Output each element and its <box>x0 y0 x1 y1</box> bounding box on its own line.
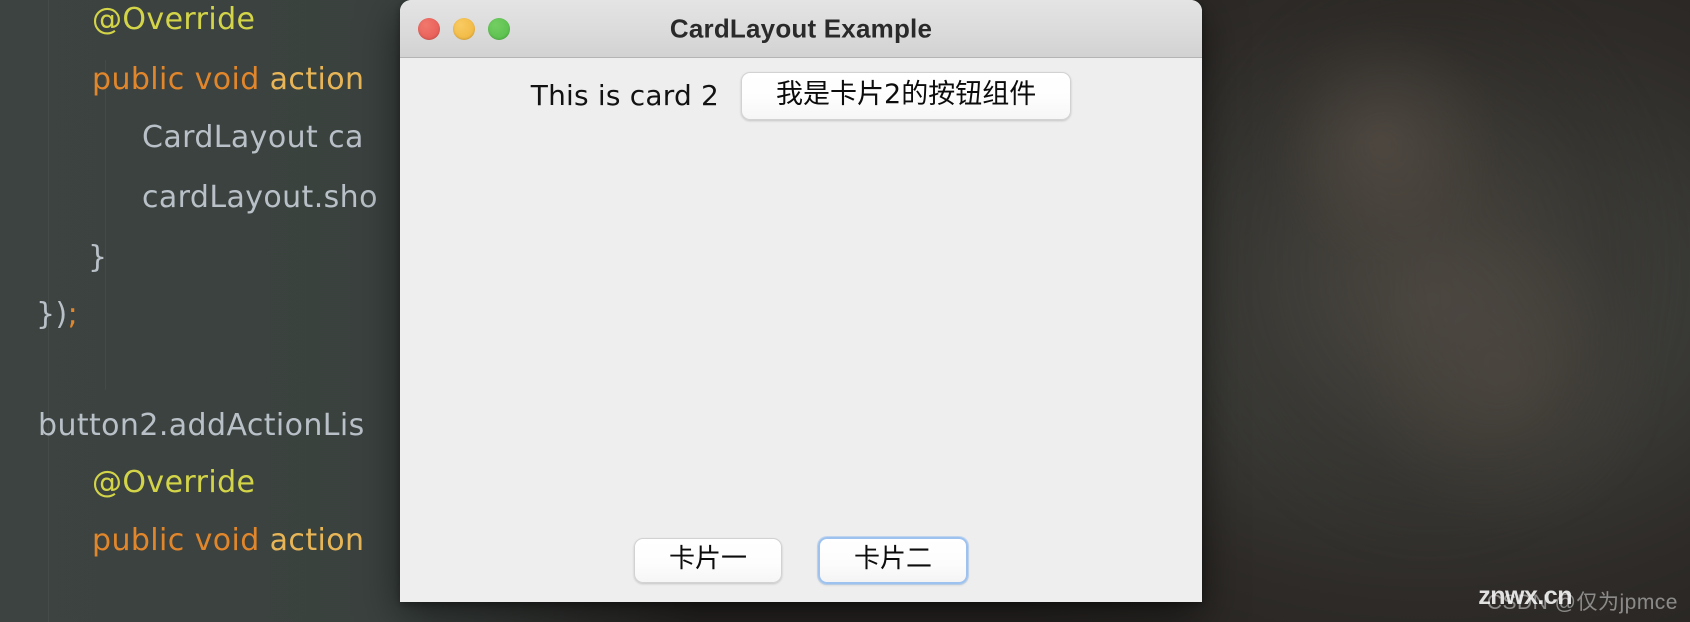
code-token: action <box>269 523 365 558</box>
code-token: void <box>194 523 270 558</box>
code-token: action <box>269 62 365 97</box>
window-titlebar[interactable]: CardLayout Example <box>400 0 1202 58</box>
code-token: @Override <box>92 465 256 500</box>
card-label: This is card 2 <box>530 79 720 113</box>
show-card-2-button[interactable]: 卡片二 <box>818 536 969 584</box>
site-watermark: znwx.cn <box>1478 582 1572 610</box>
code-token: public <box>92 523 195 558</box>
screen-root: @Override public void action CardLayout ca… <box>0 0 1690 622</box>
card-panel: This is card 2 我是卡片2的按钮组件 <box>400 72 1202 120</box>
card-nav-bar: 卡片一 卡片二 <box>400 536 1202 584</box>
code-token: } <box>88 240 108 275</box>
code-token: }) <box>36 297 68 332</box>
code-token: void <box>194 62 270 97</box>
code-token: cardLayout.sho <box>142 180 378 215</box>
code-token: @Override <box>92 2 256 37</box>
background-blurred-photo <box>1130 0 1690 622</box>
show-card-1-button[interactable]: 卡片一 <box>633 537 782 583</box>
application-window: CardLayout Example This is card 2 我是卡片2的… <box>400 0 1202 602</box>
code-token: ; <box>67 297 79 332</box>
window-content: This is card 2 我是卡片2的按钮组件 卡片一 卡片二 <box>400 58 1202 602</box>
card2-action-button[interactable]: 我是卡片2的按钮组件 <box>741 72 1072 120</box>
code-token: button2.addActionLis <box>38 408 365 443</box>
code-token: public <box>92 62 195 97</box>
window-title: CardLayout Example <box>669 13 933 43</box>
